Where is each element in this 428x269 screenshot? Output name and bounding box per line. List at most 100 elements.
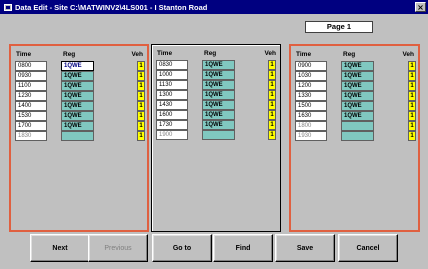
reg-cell[interactable]: 1QWE: [202, 100, 235, 110]
veh-cell[interactable]: 1: [408, 131, 416, 141]
time-cell[interactable]: 1800: [295, 121, 327, 131]
reg-cell[interactable]: 1QWE: [61, 91, 94, 101]
time-cell[interactable]: 1400: [15, 101, 47, 111]
table-row: 1530 1QWE 1: [15, 111, 145, 121]
table-row: 1930 1: [295, 131, 416, 141]
reg-cell[interactable]: 1QWE: [341, 71, 374, 81]
save-button[interactable]: Save: [275, 234, 335, 262]
veh-cell[interactable]: 1: [268, 70, 276, 80]
time-cell[interactable]: 1200: [295, 81, 327, 91]
panel-3: Time Reg Veh 0900 1QWE 1 1030 1QWE 1 1200 1QWE 1 133…: [289, 44, 420, 232]
table-row: 1430 1QWE 1: [156, 100, 276, 110]
reg-cell[interactable]: 1QWE: [61, 61, 94, 71]
veh-cell[interactable]: 1: [268, 130, 276, 140]
veh-cell[interactable]: 1: [137, 101, 145, 111]
time-cell[interactable]: 1830: [15, 131, 47, 141]
time-cell[interactable]: 1500: [295, 101, 327, 111]
veh-cell[interactable]: 1: [268, 100, 276, 110]
veh-header: Veh: [402, 51, 414, 58]
veh-cell[interactable]: 1: [408, 101, 416, 111]
window-title: Data Edit - Site C:\MATWINV2\4LS001 - I …: [15, 2, 208, 12]
veh-cell[interactable]: 1: [137, 111, 145, 121]
time-cell[interactable]: 1930: [295, 131, 327, 141]
veh-cell[interactable]: 1: [408, 121, 416, 131]
time-cell[interactable]: 1030: [295, 71, 327, 81]
reg-header: Reg: [343, 51, 356, 58]
reg-cell[interactable]: 1QWE: [202, 120, 235, 130]
reg-cell[interactable]: 1QWE: [202, 60, 235, 70]
time-header: Time: [157, 50, 173, 57]
time-cell[interactable]: 0930: [15, 71, 47, 81]
time-cell[interactable]: 1100: [15, 81, 47, 91]
reg-cell[interactable]: 1QWE: [341, 81, 374, 91]
reg-cell[interactable]: 1QWE: [202, 90, 235, 100]
time-cell[interactable]: 1230: [15, 91, 47, 101]
time-cell[interactable]: 1900: [156, 130, 188, 140]
reg-cell[interactable]: 1QWE: [202, 70, 235, 80]
table-row: 1830 1: [15, 131, 145, 141]
veh-cell[interactable]: 1: [268, 60, 276, 70]
reg-cell[interactable]: [341, 121, 374, 131]
reg-cell[interactable]: 1QWE: [202, 80, 235, 90]
time-cell[interactable]: 1330: [295, 91, 327, 101]
veh-header: Veh: [264, 50, 276, 57]
table-row: 1030 1QWE 1: [295, 71, 416, 81]
veh-cell[interactable]: 1: [408, 61, 416, 71]
table-row: 1400 1QWE 1: [15, 101, 145, 111]
previous-button[interactable]: Previous: [88, 234, 148, 262]
app-icon[interactable]: [4, 3, 12, 11]
veh-cell[interactable]: 1: [268, 90, 276, 100]
veh-cell[interactable]: 1: [408, 111, 416, 121]
time-cell[interactable]: 1600: [156, 110, 188, 120]
veh-cell[interactable]: 1: [408, 71, 416, 81]
veh-cell[interactable]: 1: [137, 61, 145, 71]
time-cell[interactable]: 1700: [15, 121, 47, 131]
reg-cell[interactable]: 1QWE: [341, 101, 374, 111]
veh-cell[interactable]: 1: [137, 131, 145, 141]
veh-cell[interactable]: 1: [268, 120, 276, 130]
reg-cell[interactable]: [61, 131, 94, 141]
veh-cell[interactable]: 1: [137, 91, 145, 101]
veh-cell[interactable]: 1: [268, 80, 276, 90]
veh-cell[interactable]: 1: [137, 121, 145, 131]
title-bar: Data Edit - Site C:\MATWINV2\4LS001 - I …: [0, 0, 428, 14]
time-cell[interactable]: 1000: [156, 70, 188, 80]
reg-cell[interactable]: 1QWE: [61, 111, 94, 121]
reg-cell[interactable]: [202, 130, 235, 140]
page-indicator: Page 1: [305, 21, 373, 33]
close-button[interactable]: ×: [415, 2, 426, 12]
reg-cell[interactable]: 1QWE: [341, 61, 374, 71]
table-row: 1200 1QWE 1: [295, 81, 416, 91]
next-button[interactable]: Next: [30, 234, 90, 262]
cancel-button[interactable]: Cancel: [338, 234, 398, 262]
goto-button[interactable]: Go to: [152, 234, 212, 262]
table-row: 1700 1QWE 1: [15, 121, 145, 131]
reg-cell[interactable]: 1QWE: [61, 121, 94, 131]
time-cell[interactable]: 1430: [156, 100, 188, 110]
reg-cell[interactable]: 1QWE: [202, 110, 235, 120]
veh-header: Veh: [131, 51, 143, 58]
table-row: 0830 1QWE 1: [156, 60, 276, 70]
reg-cell[interactable]: 1QWE: [341, 111, 374, 121]
reg-cell[interactable]: 1QWE: [61, 101, 94, 111]
veh-cell[interactable]: 1: [268, 110, 276, 120]
time-cell[interactable]: 0830: [156, 60, 188, 70]
time-cell[interactable]: 1730: [156, 120, 188, 130]
reg-cell[interactable]: 1QWE: [61, 81, 94, 91]
veh-cell[interactable]: 1: [408, 91, 416, 101]
time-cell[interactable]: 1630: [295, 111, 327, 121]
veh-cell[interactable]: 1: [137, 81, 145, 91]
time-cell[interactable]: 1130: [156, 80, 188, 90]
time-cell[interactable]: 0800: [15, 61, 47, 71]
veh-cell[interactable]: 1: [408, 81, 416, 91]
table-row: 1900 1: [156, 130, 276, 140]
find-button[interactable]: Find: [213, 234, 273, 262]
time-cell[interactable]: 1300: [156, 90, 188, 100]
reg-cell[interactable]: 1QWE: [61, 71, 94, 81]
reg-cell[interactable]: 1QWE: [341, 91, 374, 101]
time-cell[interactable]: 0900: [295, 61, 327, 71]
table-row: 0800 1QWE 1: [15, 61, 145, 71]
time-cell[interactable]: 1530: [15, 111, 47, 121]
reg-cell[interactable]: [341, 131, 374, 141]
veh-cell[interactable]: 1: [137, 71, 145, 81]
